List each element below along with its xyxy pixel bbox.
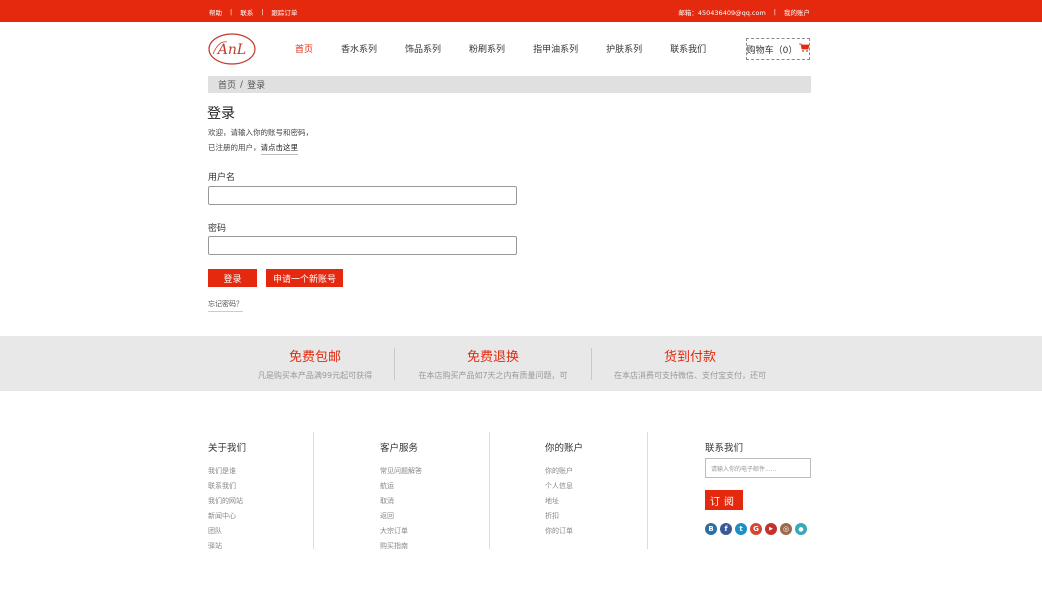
welcome-text: 欢迎，请输入你的账号和密码， [208,128,313,137]
social-links: B f t G ▶ ◎ ● [705,523,810,535]
login-button[interactable]: 登录 [208,269,257,287]
page-title: 登录 [207,106,235,122]
footer-service-column: 客户服务 常见问题解答 航运 取消 返回 大宗订单 购买指南 [380,440,422,557]
footer-heading: 你的账户 [545,443,584,454]
password-input[interactable] [208,236,517,255]
top-bar-links: 帮助 | 联系 | 跟踪订单 [209,7,297,17]
separator: | [230,8,233,16]
footer-link[interactable]: 联系我们 [208,482,246,490]
google-plus-icon[interactable]: G [750,523,762,535]
twitter-icon[interactable]: t [735,523,747,535]
cart-icon [799,43,810,55]
instagram-icon[interactable]: ◎ [780,523,792,535]
footer-link[interactable]: 个人信息 [545,482,583,490]
separator: | [261,8,264,16]
footer-link[interactable]: 地址 [545,497,583,505]
breadcrumb-separator: / [240,79,244,90]
nav-item-skincare[interactable]: 护肤系列 [606,42,642,55]
footer-link[interactable]: 返回 [380,512,422,520]
feature-title: 免费包邮 [288,350,341,365]
registered-prefix: 已注册的用户， [208,143,261,152]
feature-free-returns: 免费退换 在本店购买产品如7天之内有质量问题，可 [400,336,586,391]
feature-free-shipping: 免费包邮 凡是购买本产品满99元起可获得 [240,336,390,391]
contact-email: 邮箱：450436409@qq.com [678,9,766,17]
help-link[interactable]: 帮助 [209,7,222,17]
logo-text: AnL [216,42,246,58]
feature-desc: 凡是购买本产品满99元起可获得 [257,371,373,380]
cart-label: 购物车（0） [746,45,798,56]
feature-title: 免费退换 [466,350,519,365]
breadcrumb: 首页 / 登录 [208,76,811,93]
nav-item-home[interactable]: 首页 [295,42,313,55]
main-nav: 首页 香水系列 饰品系列 粉刷系列 指甲油系列 护肤系列 联系我们 [295,42,734,55]
footer-link[interactable]: 驿站 [208,542,246,550]
breadcrumb-home[interactable]: 首页 [218,78,236,91]
nav-item-accessories[interactable]: 饰品系列 [405,42,441,55]
youtube-icon[interactable]: ▶ [765,523,777,535]
footer-heading: 客户服务 [380,443,419,454]
nav-item-brushes[interactable]: 粉刷系列 [469,42,505,55]
footer-link[interactable]: 常见问题解答 [380,467,422,475]
cart-button[interactable]: 购物车（0） [746,38,810,60]
footer-link[interactable]: 团队 [208,527,246,535]
footer-divider [647,432,648,549]
footer-link[interactable]: 购买指南 [380,542,422,550]
footer-divider [313,432,314,549]
site-logo[interactable]: AnL [207,32,257,66]
footer-heading: 联系我们 [705,443,744,454]
features-band: 免费包邮 凡是购买本产品满99元起可获得 免费退换 在本店购买产品如7天之内有质… [0,336,1042,391]
feature-cash-on-delivery: 货到付款 在本店消费可支持微信、支付宝支付，还可 [596,336,784,391]
subscribe-button[interactable]: 订阅 [705,490,743,510]
breadcrumb-current: 登录 [247,81,266,91]
footer-link[interactable]: 新闻中心 [208,512,246,520]
top-bar-account: 邮箱：450436409@qq.com | 我的账户 [678,7,810,17]
newsletter-email-input[interactable]: 请输入你的电子邮件...... [705,458,811,478]
footer-link[interactable]: 你的订单 [545,527,583,535]
facebook-icon[interactable]: f [720,523,732,535]
register-button[interactable]: 申请一个新账号 [266,269,343,287]
password-label: 密码 [208,224,227,234]
footer-link[interactable]: 航运 [380,482,422,490]
blog-icon[interactable]: B [705,523,717,535]
footer-divider [489,432,490,549]
username-input[interactable] [208,186,517,205]
footer-heading: 关于我们 [208,443,247,454]
feature-desc: 在本店消费可支持微信、支付宝支付，还可 [614,371,766,380]
footer-link[interactable]: 取消 [380,497,422,505]
footer-link[interactable]: 大宗订单 [380,527,422,535]
footer-link[interactable]: 我们是谁 [208,467,246,475]
nav-item-perfume[interactable]: 香水系列 [341,42,377,55]
nav-item-contact[interactable]: 联系我们 [670,42,706,55]
my-account-link[interactable]: 我的账户 [784,7,810,17]
feature-desc: 在本店购买产品如7天之内有质量问题，可 [418,371,568,380]
registered-click-here-link[interactable]: 请点击这里 [260,143,298,155]
contact-link[interactable]: 联系 [240,7,253,17]
separator: | [773,8,776,16]
map-pin-icon[interactable]: ● [795,523,807,535]
feature-divider [394,348,395,380]
track-order-link[interactable]: 跟踪订单 [271,7,297,17]
footer-account-column: 你的账户 你的账户 个人信息 地址 折扣 你的订单 [545,440,583,542]
footer-link[interactable]: 你的账户 [545,467,583,475]
top-bar: 帮助 | 联系 | 跟踪订单 邮箱：450436409@qq.com | 我的账… [0,0,1042,22]
nav-item-nail-polish[interactable]: 指甲油系列 [533,42,578,55]
feature-title: 货到付款 [663,350,716,365]
feature-divider [591,348,592,380]
username-label: 用户名 [208,173,236,183]
newsletter-placeholder: 请输入你的电子邮件...... [711,465,777,473]
registered-text: 已注册的用户，请点击这里 [208,142,298,155]
footer-about-column: 关于我们 我们是谁 联系我们 我们的网站 新闻中心 团队 驿站 [208,440,246,557]
footer-link[interactable]: 我们的网站 [208,497,246,505]
footer-link[interactable]: 折扣 [545,512,583,520]
forgot-password-link[interactable]: 忘记密码？ [208,299,243,312]
